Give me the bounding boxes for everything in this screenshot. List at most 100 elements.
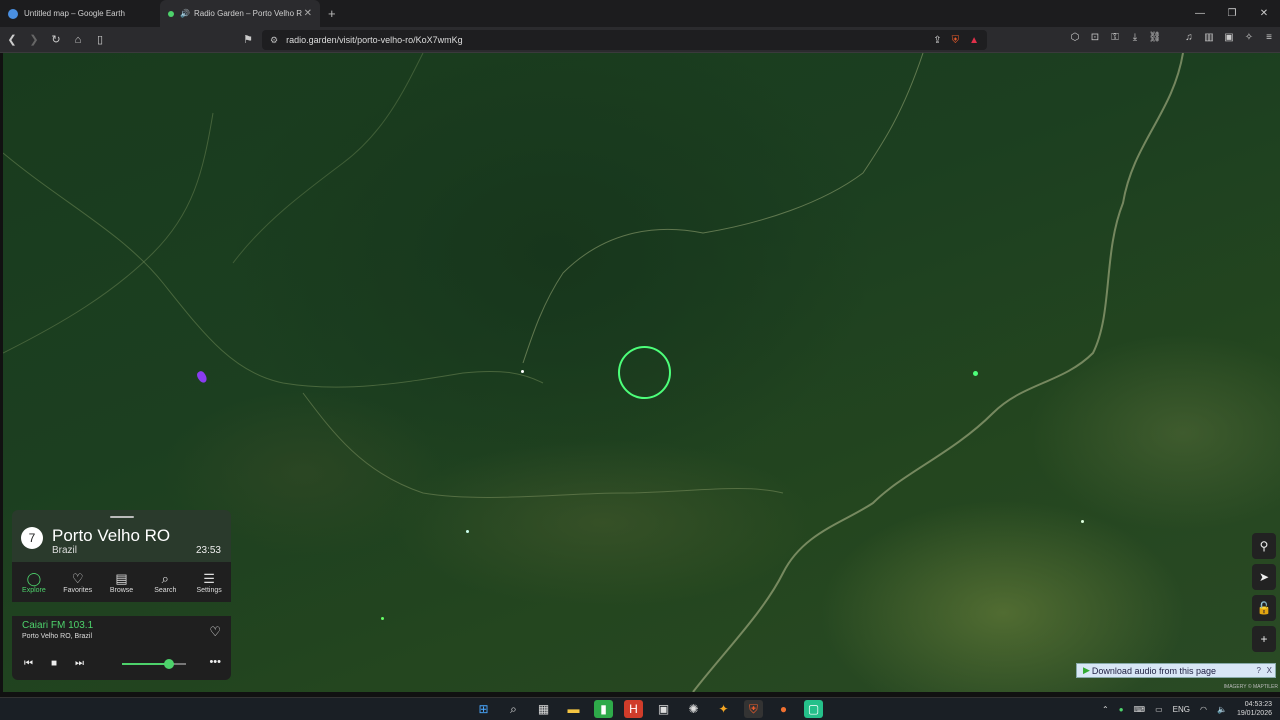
minimize-icon[interactable]: — xyxy=(1184,8,1216,19)
download-audio-bar[interactable]: ▶ Download audio from this page ? X xyxy=(1076,663,1276,678)
close-tab-icon[interactable]: ✕ xyxy=(304,8,312,19)
password-icon[interactable]: ⚿ xyxy=(1108,32,1122,43)
link-icon[interactable]: ⛓ xyxy=(1148,32,1162,43)
play-icon: ▶ xyxy=(1083,665,1090,675)
calculator-icon[interactable]: ▦ xyxy=(534,700,553,718)
locate-me-icon[interactable]: ➤ xyxy=(1252,564,1276,590)
clock-time: 04:53:23 xyxy=(1244,701,1272,708)
teal-app-icon[interactable]: ▢ xyxy=(804,700,823,718)
map-credit: IMAGERY © MAPTILER xyxy=(1223,684,1278,690)
screen-icon[interactable]: ▭ xyxy=(1155,705,1163,714)
screenshot-icon[interactable]: ⊡ xyxy=(1088,32,1102,43)
clock-date: 19/01/2026 xyxy=(1236,710,1272,717)
share-icon[interactable]: ⇪ xyxy=(933,35,941,46)
map-icon: ▤ xyxy=(115,570,128,586)
search-icon: ⌕ xyxy=(161,570,169,586)
place-country: Brazil xyxy=(52,545,78,556)
microphone-app-icon[interactable]: ● xyxy=(774,700,793,718)
nav-favorites[interactable]: ♡ Favorites xyxy=(56,562,100,602)
stop-icon[interactable]: ■ xyxy=(51,658,57,669)
drag-handle[interactable] xyxy=(110,516,134,518)
tab-title: Radio Garden – Porto Velho R xyxy=(193,9,303,18)
leo-icon[interactable]: ✧ xyxy=(1242,32,1256,43)
window-controls: — ❐ ✕ xyxy=(1184,0,1280,27)
station-dot[interactable] xyxy=(381,617,384,620)
tab-google-earth[interactable]: Untitled map – Google Earth xyxy=(0,0,160,27)
windows-start-icon[interactable]: ⊞ xyxy=(474,700,493,718)
language-indicator[interactable]: ENG xyxy=(1173,705,1190,714)
new-tab-button[interactable]: + xyxy=(328,6,336,21)
chatgpt-icon[interactable]: ✺ xyxy=(684,700,703,718)
home-icon[interactable]: ⌂ xyxy=(68,34,88,46)
green-app-icon[interactable]: ▮ xyxy=(594,700,613,718)
file-explorer-icon[interactable]: ▬ xyxy=(564,700,583,718)
site-info-icon[interactable]: ⚙ xyxy=(270,35,278,46)
more-icon[interactable]: ••• xyxy=(209,656,221,668)
clock[interactable]: 04:53:23 19/01/2026 xyxy=(1237,700,1272,718)
favorite-heart-icon[interactable]: ♡ xyxy=(209,624,221,640)
close-window-icon[interactable]: ✕ xyxy=(1248,8,1280,19)
url-text[interactable]: radio.garden/visit/porto-velho-ro/KoX7wm… xyxy=(286,35,463,45)
tab-bar: Untitled map – Google Earth 🔊 Radio Gard… xyxy=(0,0,1280,27)
hero-app-icon[interactable]: H xyxy=(624,700,643,718)
volume-slider[interactable] xyxy=(122,659,186,669)
brave-rewards-icon[interactable]: ▲ xyxy=(969,35,979,46)
zoom-in-icon[interactable]: + xyxy=(1252,626,1276,652)
bookmark-icon[interactable]: ⚑ xyxy=(238,33,258,46)
close-button[interactable]: X xyxy=(1267,666,1272,675)
speaker-icon[interactable]: 🔊 xyxy=(180,9,190,18)
nav-search[interactable]: ⌕ Search xyxy=(143,562,187,602)
next-icon[interactable]: ⏭ xyxy=(75,658,84,669)
reload-icon[interactable]: ↻ xyxy=(46,33,66,46)
help-button[interactable]: ? xyxy=(1257,666,1261,675)
microphone-icon[interactable]: ● xyxy=(1119,705,1124,714)
nav-label: Favorites xyxy=(63,586,93,594)
station-dot[interactable] xyxy=(1081,520,1084,523)
station-dot[interactable] xyxy=(973,371,978,376)
archive-app-icon[interactable]: ▣ xyxy=(654,700,673,718)
map-controls: ⚲ ➤ 🔓 + xyxy=(1252,533,1276,652)
tab-title: Untitled map – Google Earth xyxy=(24,9,125,18)
back-icon[interactable]: ❮ xyxy=(2,33,22,46)
place-name: Porto Velho RO xyxy=(52,526,171,545)
station-name[interactable]: Caiari FM 103.1 xyxy=(22,620,93,631)
sun-app-icon[interactable]: ✦ xyxy=(714,700,733,718)
nav-explore[interactable]: ◯ Explore xyxy=(12,562,56,602)
nav-browse[interactable]: ▤ Browse xyxy=(100,562,144,602)
volume-thumb[interactable] xyxy=(164,659,174,669)
maximize-icon[interactable]: ❐ xyxy=(1216,8,1248,19)
lock-icon[interactable]: 🔓 xyxy=(1252,595,1276,621)
brave-shield-icon[interactable]: ⛨ xyxy=(952,35,960,46)
nav-settings[interactable]: ☰ Settings xyxy=(187,562,231,602)
menu-icon[interactable]: ≡ xyxy=(1262,32,1276,43)
station-dot[interactable] xyxy=(466,530,469,533)
previous-icon[interactable]: ⏮ xyxy=(24,658,33,669)
location-pin-icon[interactable]: ⚲ xyxy=(1252,533,1276,559)
place-card[interactable]: 7 Porto Velho RO Brazil 23:53 xyxy=(12,510,231,562)
url-field[interactable]: ⚙ radio.garden/visit/porto-velho-ro/KoX7… xyxy=(262,30,987,50)
playback-controls: ⏮ ■ ⏭ xyxy=(24,658,84,669)
google-earth-icon xyxy=(8,8,18,19)
heart-icon: ♡ xyxy=(71,570,84,586)
browser-toolbar: ⬡ ⊡ ⚿ ⤓ ⛓ ♫ ▥ ▣ ✧ ≡ xyxy=(1068,32,1276,43)
keyboard-icon[interactable]: ⌨ xyxy=(1134,705,1146,714)
volume-icon[interactable]: 🔈 xyxy=(1217,705,1227,714)
chevron-up-icon[interactable]: ⌃ xyxy=(1102,705,1109,714)
sidebar-toggle-icon[interactable]: ▯ xyxy=(90,33,110,46)
search-icon[interactable]: ⌕ xyxy=(504,700,523,718)
wifi-icon[interactable]: ◠ xyxy=(1200,705,1207,714)
radio-garden-icon xyxy=(168,10,174,17)
brave-browser-icon[interactable]: ⛨ xyxy=(744,700,763,718)
forward-icon[interactable]: ❯ xyxy=(24,33,44,46)
tab-radio-garden[interactable]: 🔊 Radio Garden – Porto Velho R ✕ xyxy=(160,0,320,27)
player-panel: 7 Porto Velho RO Brazil 23:53 ◯ Explore ♡… xyxy=(12,510,231,680)
station-focus-ring[interactable] xyxy=(618,346,671,399)
media-icon[interactable]: ♫ xyxy=(1182,32,1196,43)
downloads-icon[interactable]: ⤓ xyxy=(1128,32,1142,43)
station-dot[interactable] xyxy=(521,370,524,373)
download-label[interactable]: Download audio from this page xyxy=(1092,666,1216,676)
explore-icon: ◯ xyxy=(26,570,42,586)
wallet-icon[interactable]: ▣ xyxy=(1222,32,1236,43)
extensions-icon[interactable]: ⬡ xyxy=(1068,32,1082,43)
sidebar-icon[interactable]: ▥ xyxy=(1202,32,1216,43)
